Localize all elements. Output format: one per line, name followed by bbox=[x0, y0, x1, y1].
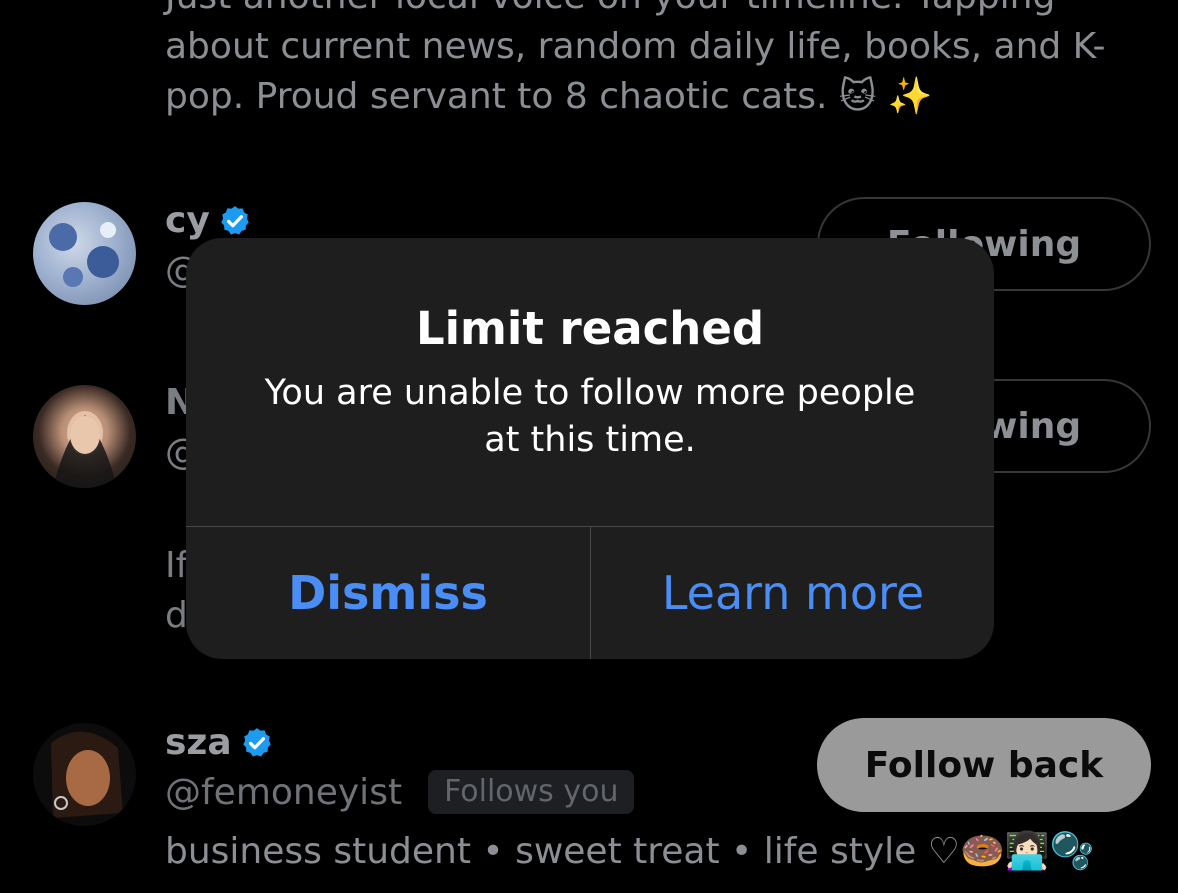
avatar[interactable] bbox=[33, 723, 136, 826]
user-bio-fragment: If bbox=[165, 545, 189, 586]
limit-reached-alert: Limit reached You are unable to follow m… bbox=[186, 238, 994, 659]
user-bio-fragment: d bbox=[165, 595, 188, 636]
dismiss-button[interactable]: Dismiss bbox=[186, 527, 590, 659]
user-handle: @femoneyist bbox=[165, 771, 403, 813]
verified-badge-icon bbox=[242, 727, 271, 756]
verified-badge-icon bbox=[221, 205, 249, 234]
alert-title: Limit reached bbox=[415, 302, 765, 355]
user-name: cy bbox=[165, 200, 210, 241]
user-bio: business student • sweet treat • life st… bbox=[165, 831, 1095, 872]
user-bio: Just another local voice on your timelin… bbox=[165, 0, 1106, 117]
user-handle-line: @femoneyist Follows you bbox=[165, 770, 635, 814]
user-name-line: cy bbox=[165, 200, 252, 241]
learn-more-button[interactable]: Learn more bbox=[591, 527, 994, 659]
user-name: sza bbox=[165, 722, 232, 763]
follow-back-button[interactable]: Follow back bbox=[817, 718, 1151, 812]
follows-you-badge: Follows you bbox=[428, 770, 635, 814]
alert-message: You are unable to follow more people at … bbox=[264, 373, 916, 460]
user-name-line: sza bbox=[165, 722, 274, 763]
avatar[interactable] bbox=[33, 202, 136, 305]
followers-screen: Just another local voice on your timelin… bbox=[0, 0, 1178, 893]
avatar[interactable] bbox=[33, 385, 136, 488]
